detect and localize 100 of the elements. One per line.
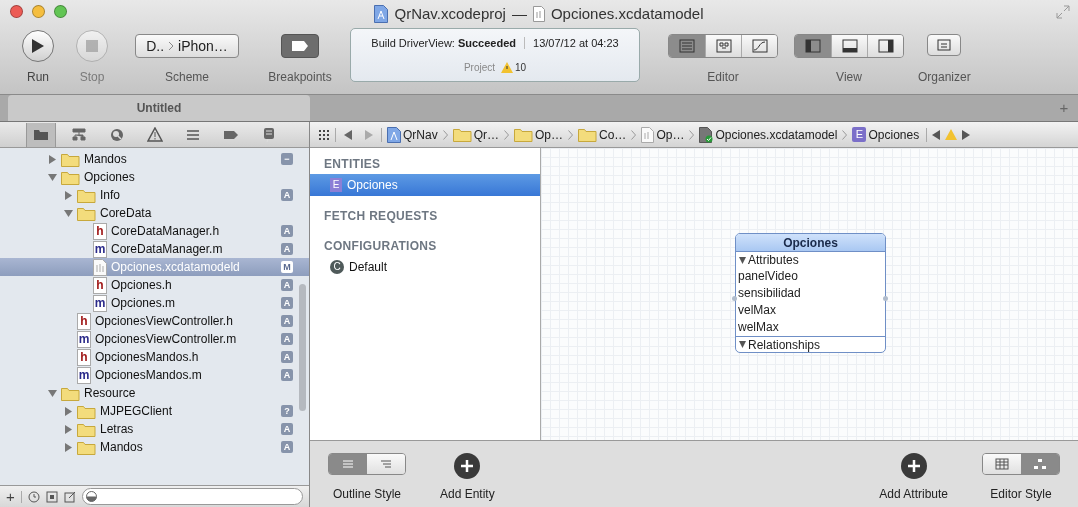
breakpoints-button[interactable] [281,34,319,58]
status-badge: A [281,297,293,309]
source-file-icon: h [77,312,91,330]
style-segmented-control[interactable] [982,453,1060,475]
disclosure-down-icon[interactable] [48,388,57,398]
graph-icon [1033,458,1047,470]
bottom-panel-icon [841,39,858,53]
connection-handle[interactable] [883,296,888,301]
breadcrumb[interactable]: Qr… [452,125,499,144]
forward-icon[interactable] [364,129,373,140]
section-header: ENTITIES [323,156,382,173]
style-segmented-control[interactable] [328,453,406,475]
project-label: Project [463,60,495,75]
file-name: Opciones.xcdatamodeld [111,259,241,276]
folder-icon [77,403,96,419]
connection-handle[interactable] [732,296,737,301]
source-file-icon: m [93,294,107,312]
style-segment[interactable] [329,454,367,474]
tree-row[interactable]: m OpcionesMandos.m A [0,366,309,384]
breadcrumb[interactable]: Op… [641,125,685,144]
editor-segment[interactable] [705,35,741,57]
filter-field[interactable] [81,488,303,505]
folder-icon [77,205,96,221]
tree-row[interactable]: h OpcionesMandos.h A [0,348,309,366]
tree-row[interactable]: Mandos − [0,150,309,168]
style-segment[interactable] [983,454,1021,474]
organizer-icon [937,39,952,51]
tree-row[interactable]: m Opciones.m A [0,294,309,312]
disclosure-down-icon [739,256,746,264]
tree-row[interactable]: h OpcionesViewController.h A [0,312,309,330]
clock-icon[interactable] [27,490,40,503]
outline-item[interactable]: E Opciones [310,174,540,196]
breadcrumb[interactable]: QrNav [387,125,438,144]
scheme-button[interactable]: D.. iPhon… [135,34,239,58]
status-badge: A [281,333,293,345]
toolbar-label: Add Attribute [879,486,948,503]
breadcrumb[interactable]: Opciones.xcdatamodel [699,125,838,144]
editor-segment[interactable] [669,35,705,57]
organizer-button[interactable] [927,34,962,56]
box-icon[interactable] [45,490,58,503]
scrollbar[interactable] [299,284,306,411]
outline-item[interactable]: C Default [310,256,540,278]
next-issue-icon[interactable] [962,129,971,140]
fullscreen-icon[interactable] [1056,5,1070,19]
tree-row[interactable]: m CoreDataManager.m A [0,240,309,258]
file-name: Opciones.m [111,295,177,312]
add-button[interactable]: + [6,489,15,504]
breadcrumb[interactable]: Co… [578,125,627,144]
tree-row[interactable]: Letras A [0,420,309,438]
warning-count[interactable]: 10 [515,59,527,75]
entity-section-header[interactable]: Relationships [736,336,885,352]
style-segment[interactable] [367,454,405,474]
grid-icon[interactable] [318,128,330,141]
toolbar-label: Editor Style [990,486,1052,503]
section-header: FETCH REQUESTS [323,208,439,225]
editor-segmented-control[interactable] [668,34,778,58]
disclosure-down-icon[interactable] [48,172,57,182]
status-badge: − [281,153,293,165]
view-segmented-control[interactable] [794,34,904,58]
edit-document-icon[interactable] [63,490,76,503]
breadcrumb[interactable]: E Opciones [852,125,920,144]
folder-icon [77,439,96,455]
tree-row[interactable]: h Opciones.h A [0,276,309,294]
status-badge: A [281,423,293,435]
entity-icon: E [330,178,342,192]
tree-row[interactable]: MJPEGClient ? [0,402,309,420]
tree-row[interactable]: Opciones [0,168,309,186]
disclosure-right-icon[interactable] [64,190,73,200]
disclosure-right-icon[interactable] [48,154,57,164]
tree-row[interactable]: Resource [0,384,309,402]
previous-issue-icon[interactable] [932,129,941,140]
view-segment[interactable] [867,35,903,57]
style-segment[interactable] [1021,454,1059,474]
tree-row[interactable]: CoreData [0,204,309,222]
tree-row[interactable]: Info A [0,186,309,204]
tree-row[interactable]: Mandos A [0,438,309,456]
tree-row[interactable]: Opciones.xcdatamodeld M [0,258,309,276]
add-attribute-button[interactable] [900,453,927,479]
close-button[interactable] [10,5,23,18]
view-segment[interactable] [831,35,867,57]
run-button[interactable] [22,30,54,62]
folder-icon [77,187,96,203]
navigator-tab[interactable] [26,122,56,147]
editor-segment[interactable] [741,35,777,57]
status-badge: M [281,261,293,273]
add-entity-button[interactable] [454,453,481,479]
breadcrumb[interactable]: Op… [514,125,564,144]
zoom-button[interactable] [54,5,67,18]
status-badge: A [281,441,293,453]
entity-card[interactable]: Opciones Attributes panelVideo sensibilidad velMax welMax Relationships [735,233,886,353]
minimize-button[interactable] [32,5,45,18]
tree-row[interactable]: h CoreDataManager.h A [0,222,309,240]
chevron-icon [568,129,574,140]
tree-row[interactable]: m OpcionesViewController.m A [0,330,309,348]
entity-section-header[interactable]: Attributes [736,252,885,268]
tab[interactable]: Untitled [8,95,310,121]
back-icon[interactable] [344,129,353,140]
disclosure-down-icon[interactable] [64,208,73,218]
warning-icon[interactable] [501,61,513,73]
file-name: CoreDataManager.m [111,241,224,258]
